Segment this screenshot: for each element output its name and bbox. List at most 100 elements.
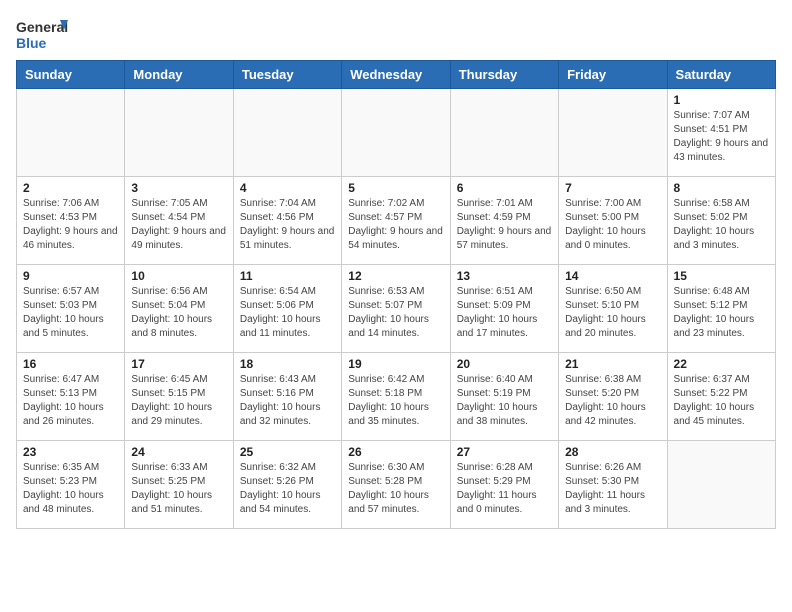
logo-svg: GeneralBlue (16, 16, 68, 52)
calendar-cell: 3 Sunrise: 7:05 AM Sunset: 4:54 PM Daylig… (125, 177, 233, 265)
calendar-cell: 6 Sunrise: 7:01 AM Sunset: 4:59 PM Daylig… (450, 177, 558, 265)
day-info: Sunrise: 6:56 AM Sunset: 5:04 PM Dayligh… (131, 285, 226, 341)
svg-text:General: General (16, 19, 68, 35)
day-info: Sunrise: 6:32 AM Sunset: 5:26 PM Dayligh… (240, 461, 335, 517)
day-number: 3 (131, 181, 226, 195)
day-number: 13 (457, 269, 552, 283)
day-info: Sunrise: 6:43 AM Sunset: 5:16 PM Dayligh… (240, 373, 335, 429)
day-info: Sunrise: 6:38 AM Sunset: 5:20 PM Dayligh… (565, 373, 660, 429)
day-info: Sunrise: 6:57 AM Sunset: 5:03 PM Dayligh… (23, 285, 118, 341)
day-info: Sunrise: 6:48 AM Sunset: 5:12 PM Dayligh… (674, 285, 769, 341)
calendar-cell (559, 89, 667, 177)
col-header-wednesday: Wednesday (342, 61, 450, 89)
calendar-cell: 17 Sunrise: 6:45 AM Sunset: 5:15 PM Dayli… (125, 353, 233, 441)
day-info: Sunrise: 6:47 AM Sunset: 5:13 PM Dayligh… (23, 373, 118, 429)
day-info: Sunrise: 6:40 AM Sunset: 5:19 PM Dayligh… (457, 373, 552, 429)
calendar-cell (233, 89, 341, 177)
calendar-cell: 18 Sunrise: 6:43 AM Sunset: 5:16 PM Dayli… (233, 353, 341, 441)
calendar-cell: 20 Sunrise: 6:40 AM Sunset: 5:19 PM Dayli… (450, 353, 558, 441)
calendar-cell: 5 Sunrise: 7:02 AM Sunset: 4:57 PM Daylig… (342, 177, 450, 265)
day-info: Sunrise: 6:50 AM Sunset: 5:10 PM Dayligh… (565, 285, 660, 341)
day-number: 16 (23, 357, 118, 371)
day-number: 27 (457, 445, 552, 459)
day-number: 25 (240, 445, 335, 459)
calendar-cell: 7 Sunrise: 7:00 AM Sunset: 5:00 PM Daylig… (559, 177, 667, 265)
day-number: 22 (674, 357, 769, 371)
col-header-saturday: Saturday (667, 61, 775, 89)
calendar-cell: 24Sunrise: 6:33 AM Sunset: 5:25 PM Dayli… (125, 441, 233, 529)
calendar-cell: 26Sunrise: 6:30 AM Sunset: 5:28 PM Dayli… (342, 441, 450, 529)
day-number: 11 (240, 269, 335, 283)
calendar-header-row: SundayMondayTuesdayWednesdayThursdayFrid… (17, 61, 776, 89)
day-number: 7 (565, 181, 660, 195)
day-info: Sunrise: 7:06 AM Sunset: 4:53 PM Dayligh… (23, 197, 118, 253)
day-number: 21 (565, 357, 660, 371)
calendar-cell: 27 Sunrise: 6:28 AM Sunset: 5:29 PM Dayli… (450, 441, 558, 529)
calendar-week-row: 23 Sunrise: 6:35 AM Sunset: 5:23 PM Dayli… (17, 441, 776, 529)
calendar-week-row: 1 Sunrise: 7:07 AM Sunset: 4:51 PM Daylig… (17, 89, 776, 177)
calendar-cell (17, 89, 125, 177)
col-header-friday: Friday (559, 61, 667, 89)
calendar-cell (450, 89, 558, 177)
day-number: 24 (131, 445, 226, 459)
day-info: Sunrise: 6:45 AM Sunset: 5:15 PM Dayligh… (131, 373, 226, 429)
day-info: Sunrise: 7:04 AM Sunset: 4:56 PM Dayligh… (240, 197, 335, 253)
day-number: 14 (565, 269, 660, 283)
day-number: 18 (240, 357, 335, 371)
logo: GeneralBlue (16, 16, 68, 52)
day-number: 10 (131, 269, 226, 283)
day-info: Sunrise: 7:02 AM Sunset: 4:57 PM Dayligh… (348, 197, 443, 253)
calendar-cell (667, 441, 775, 529)
day-info: Sunrise: 7:05 AM Sunset: 4:54 PM Dayligh… (131, 197, 226, 253)
day-number: 1 (674, 93, 769, 107)
day-number: 20 (457, 357, 552, 371)
calendar-cell: 1 Sunrise: 7:07 AM Sunset: 4:51 PM Daylig… (667, 89, 775, 177)
day-info: Sunrise: 6:42 AM Sunset: 5:18 PM Dayligh… (348, 373, 443, 429)
calendar-cell: 25 Sunrise: 6:32 AM Sunset: 5:26 PM Dayli… (233, 441, 341, 529)
calendar-cell (125, 89, 233, 177)
day-info: Sunrise: 6:28 AM Sunset: 5:29 PM Dayligh… (457, 461, 552, 517)
day-number: 28 (565, 445, 660, 459)
col-header-thursday: Thursday (450, 61, 558, 89)
calendar-cell: 8 Sunrise: 6:58 AM Sunset: 5:02 PM Daylig… (667, 177, 775, 265)
day-info: Sunrise: 6:37 AM Sunset: 5:22 PM Dayligh… (674, 373, 769, 429)
day-number: 8 (674, 181, 769, 195)
calendar-week-row: 9Sunrise: 6:57 AM Sunset: 5:03 PM Daylig… (17, 265, 776, 353)
col-header-monday: Monday (125, 61, 233, 89)
calendar-cell: 10 Sunrise: 6:56 AM Sunset: 5:04 PM Dayli… (125, 265, 233, 353)
day-info: Sunrise: 7:01 AM Sunset: 4:59 PM Dayligh… (457, 197, 552, 253)
calendar-cell: 19 Sunrise: 6:42 AM Sunset: 5:18 PM Dayli… (342, 353, 450, 441)
day-info: Sunrise: 6:30 AM Sunset: 5:28 PM Dayligh… (348, 461, 443, 517)
calendar-table: SundayMondayTuesdayWednesdayThursdayFrid… (16, 60, 776, 529)
day-info: Sunrise: 6:26 AM Sunset: 5:30 PM Dayligh… (565, 461, 660, 517)
day-number: 5 (348, 181, 443, 195)
calendar-cell: 13 Sunrise: 6:51 AM Sunset: 5:09 PM Dayli… (450, 265, 558, 353)
day-number: 23 (23, 445, 118, 459)
page-header: GeneralBlue (16, 16, 776, 52)
day-number: 15 (674, 269, 769, 283)
day-info: Sunrise: 6:54 AM Sunset: 5:06 PM Dayligh… (240, 285, 335, 341)
col-header-tuesday: Tuesday (233, 61, 341, 89)
day-number: 17 (131, 357, 226, 371)
calendar-cell (342, 89, 450, 177)
calendar-cell: 16 Sunrise: 6:47 AM Sunset: 5:13 PM Dayli… (17, 353, 125, 441)
day-info: Sunrise: 6:35 AM Sunset: 5:23 PM Dayligh… (23, 461, 118, 517)
day-info: Sunrise: 6:51 AM Sunset: 5:09 PM Dayligh… (457, 285, 552, 341)
calendar-cell: 15 Sunrise: 6:48 AM Sunset: 5:12 PM Dayli… (667, 265, 775, 353)
day-number: 2 (23, 181, 118, 195)
col-header-sunday: Sunday (17, 61, 125, 89)
day-number: 4 (240, 181, 335, 195)
calendar-cell: 28 Sunrise: 6:26 AM Sunset: 5:30 PM Dayli… (559, 441, 667, 529)
day-info: Sunrise: 7:07 AM Sunset: 4:51 PM Dayligh… (674, 109, 769, 165)
calendar-cell: 2 Sunrise: 7:06 AM Sunset: 4:53 PM Daylig… (17, 177, 125, 265)
day-info: Sunrise: 6:53 AM Sunset: 5:07 PM Dayligh… (348, 285, 443, 341)
day-number: 19 (348, 357, 443, 371)
day-number: 6 (457, 181, 552, 195)
calendar-cell: 11 Sunrise: 6:54 AM Sunset: 5:06 PM Dayli… (233, 265, 341, 353)
calendar-cell: 12Sunrise: 6:53 AM Sunset: 5:07 PM Dayli… (342, 265, 450, 353)
day-info: Sunrise: 7:00 AM Sunset: 5:00 PM Dayligh… (565, 197, 660, 253)
day-info: Sunrise: 6:58 AM Sunset: 5:02 PM Dayligh… (674, 197, 769, 253)
svg-text:Blue: Blue (16, 35, 47, 51)
calendar-week-row: 2 Sunrise: 7:06 AM Sunset: 4:53 PM Daylig… (17, 177, 776, 265)
calendar-cell: 14 Sunrise: 6:50 AM Sunset: 5:10 PM Dayli… (559, 265, 667, 353)
